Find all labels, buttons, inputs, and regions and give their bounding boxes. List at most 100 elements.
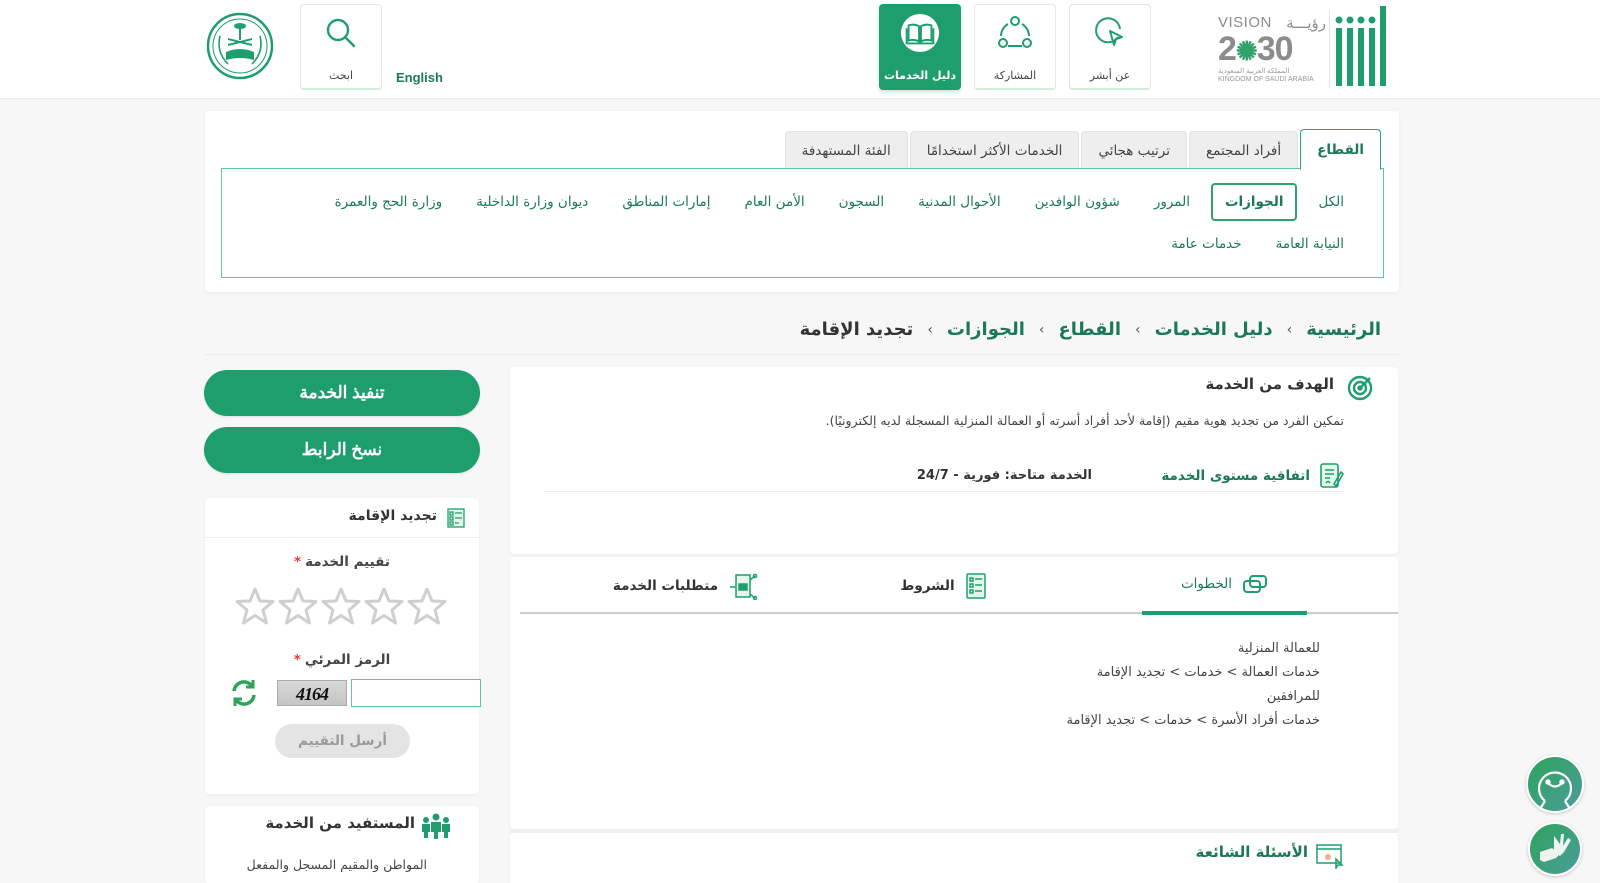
nav-about-absher[interactable]: عن أبشر — [1069, 4, 1151, 90]
sector-hajj-umrah[interactable]: وزارة الحج والعمرة — [318, 183, 459, 221]
details-tabs: الخطوات الشروط متطلبات الخدمة — [520, 557, 1398, 615]
tab-requirements[interactable]: متطلبات الخدمة — [603, 557, 768, 614]
faq-title[interactable]: الأسئلة الشائعة — [1196, 843, 1309, 861]
site-header: VISION رؤيـــة 2✺30 المملكة العربية السعو… — [0, 0, 1600, 99]
sign-language-button[interactable] — [1528, 822, 1582, 876]
sector-regional-emirates[interactable]: إمارات المناطق — [605, 183, 727, 221]
sla-link[interactable]: اتفاقية مستوى الخدمة — [1161, 468, 1310, 484]
required-mark: * — [293, 652, 301, 668]
sector-list: الكل الجوازات المرور شؤون الوافدين الأحو… — [221, 168, 1384, 278]
logo-divider — [1329, 10, 1330, 88]
tab-most-used[interactable]: الخدمات الأكثر استخدامًا — [909, 131, 1080, 169]
tab-label: الشروط — [900, 577, 955, 594]
nav-label: عن أبشر — [1089, 69, 1131, 82]
rating-label-text: تقييم الخدمة — [305, 554, 390, 570]
captcha-input[interactable] — [351, 679, 481, 707]
rating-card-header: تجديد الإقامة — [205, 498, 479, 538]
sector-public-security[interactable]: الأمن العام — [728, 183, 822, 221]
tab-label: الخطوات — [1180, 576, 1233, 592]
faq-icon — [1316, 844, 1344, 869]
rating-card-title: تجديد الإقامة — [348, 508, 437, 524]
language-switch-link[interactable]: English — [396, 70, 443, 85]
star-icon[interactable] — [364, 586, 404, 626]
goal-description: تمكين الفرد من تجديد هوية مقيم (إقامة لأ… — [825, 413, 1344, 428]
sector-moi-diwan[interactable]: ديوان وزارة الداخلية — [459, 183, 605, 221]
nav-services-guide[interactable]: دليل الخدمات — [879, 4, 961, 90]
conditions-icon — [965, 572, 986, 599]
breadcrumb-services-guide[interactable]: دليل الخدمات — [1155, 319, 1273, 340]
search-label: ابحث — [328, 69, 354, 82]
filter-tabs: القطاع أفراد المجتمع ترتيب هجائي الخدمات… — [784, 129, 1381, 170]
star-icon[interactable] — [407, 586, 447, 626]
vision-sub-en: KINGDOM OF SAUDI ARABIA — [1218, 76, 1314, 83]
captcha-row: 4164 — [225, 678, 481, 708]
nav-participation[interactable]: المشاركة — [974, 4, 1056, 90]
step-line: للعمالة المنزلية — [1237, 641, 1320, 656]
sector-row: النيابة العامة خدمات عامة — [1154, 225, 1361, 263]
step-line: خدمات العمالة > خدمات > تجديد الإقامة — [1096, 665, 1320, 680]
nav-label: المشاركة — [993, 69, 1037, 82]
star-icon[interactable] — [278, 586, 318, 626]
sector-row: الكل الجوازات المرور شؤون الوافدين الأحو… — [318, 183, 1361, 221]
target-icon — [1347, 375, 1373, 401]
sector-prisons[interactable]: السجون — [822, 183, 902, 221]
sector-public-prosecution[interactable]: النيابة العامة — [1259, 225, 1361, 263]
breadcrumb-separator: › — [1135, 321, 1141, 338]
tab-label: متطلبات الخدمة — [612, 577, 719, 594]
execute-service-button[interactable]: تنفيذ الخدمة — [204, 370, 480, 416]
breadcrumb-separator: › — [927, 321, 933, 338]
nav-label: دليل الخدمات — [883, 69, 957, 82]
sector-all[interactable]: الكل — [1301, 183, 1361, 221]
assistant-face-icon — [1537, 771, 1573, 810]
tab-conditions[interactable]: الشروط — [861, 557, 1026, 614]
tab-sector[interactable]: القطاع — [1300, 129, 1381, 170]
copy-link-button[interactable]: نسخ الرابط — [204, 427, 480, 473]
service-goal-card: الهدف من الخدمة تمكين الفرد من تجديد هوي… — [510, 367, 1398, 554]
star-icon[interactable] — [235, 586, 275, 626]
breadcrumb-passports[interactable]: الجوازات — [947, 319, 1025, 340]
goal-title: الهدف من الخدمة — [1205, 375, 1334, 393]
tab-alphabetical[interactable]: ترتيب هجائي — [1081, 131, 1187, 169]
tab-target-group[interactable]: الفئة المستهدفة — [784, 131, 908, 169]
breadcrumb-separator: › — [1286, 321, 1293, 338]
rating-card: تجديد الإقامة تقييم الخدمة* الرمز المرئي… — [205, 498, 481, 794]
rating-label: تقييم الخدمة* — [205, 554, 479, 570]
service-details-card: الخطوات الشروط متطلبات الخدمة للعمالة ال… — [510, 557, 1398, 829]
faq-section: الأسئلة الشائعة — [510, 829, 1398, 883]
tab-community-members[interactable]: أفراد المجتمع — [1188, 131, 1299, 169]
steps-content: للعمالة المنزلية خدمات العمالة > خدمات >… — [1067, 637, 1320, 733]
steps-icon — [1243, 575, 1268, 593]
breadcrumb-current: تجديد الإقامة — [799, 319, 914, 340]
star-icon[interactable] — [321, 586, 361, 626]
sla-availability: الخدمة متاحة: فورية - 24/7 — [916, 468, 1092, 483]
sector-expatriates[interactable]: شؤون الوافدين — [1018, 183, 1137, 221]
agreement-document-icon — [1320, 463, 1344, 488]
cursor-pointer-icon — [1090, 13, 1130, 53]
submit-rating-button[interactable]: أرسل التقييم — [275, 724, 410, 758]
tab-steps[interactable]: الخطوات — [1142, 557, 1307, 615]
breadcrumb-sector[interactable]: القطاع — [1059, 319, 1121, 340]
star-rating — [235, 586, 447, 626]
ministry-of-interior-emblem[interactable] — [206, 12, 274, 80]
required-mark: * — [294, 554, 302, 570]
sector-traffic[interactable]: المرور — [1137, 183, 1207, 221]
refresh-captcha-icon[interactable] — [229, 678, 259, 708]
service-document-icon — [447, 508, 465, 528]
sla-row: اتفاقية مستوى الخدمة الخدمة متاحة: فورية… — [544, 462, 1344, 492]
beneficiary-text: المواطن والمقيم المسجل والمفعل — [246, 857, 427, 872]
sector-passports[interactable]: الجوازات — [1210, 183, 1298, 221]
search-button[interactable]: ابحث — [300, 4, 382, 90]
sector-civil-affairs[interactable]: الأحوال المدنية — [901, 183, 1017, 221]
virtual-assistant-button[interactable] — [1526, 755, 1584, 813]
breadcrumb-home[interactable]: الرئيسية — [1306, 319, 1381, 340]
captcha-image: 4164 — [277, 680, 347, 706]
vision-2030-logo: VISION رؤيـــة 2✺30 المملكة العربية السعو… — [1218, 14, 1326, 88]
captcha-label: الرمز المرئي* — [205, 652, 479, 668]
sector-general-services[interactable]: خدمات عامة — [1154, 225, 1258, 263]
beneficiary-title: المستفيد من الخدمة — [265, 814, 415, 832]
absher-logo[interactable] — [1334, 6, 1390, 88]
step-line: للمرافقين — [1266, 689, 1320, 704]
vision-sub-ar: المملكة العربية السعودية — [1218, 68, 1290, 75]
captcha-label-text: الرمز المرئي — [304, 652, 391, 668]
book-icon — [900, 13, 940, 53]
